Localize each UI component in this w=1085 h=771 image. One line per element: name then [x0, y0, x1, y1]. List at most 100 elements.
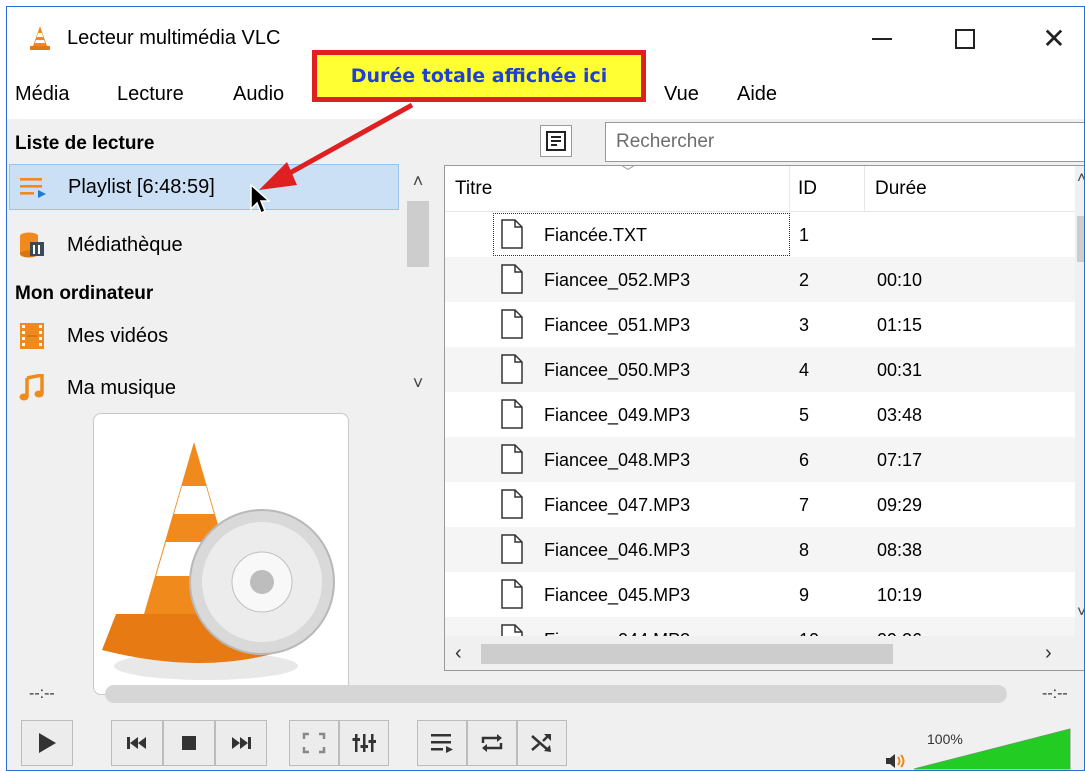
- maximize-icon: [955, 29, 975, 49]
- table-row[interactable]: Fiancee_050.MP3 4 00:31: [445, 347, 1075, 392]
- scroll-up-icon[interactable]: ˄: [403, 171, 433, 192]
- sidebar-item-label: Mes vidéos: [67, 324, 169, 347]
- row-title: Fiancee_047.MP3: [544, 495, 691, 515]
- stop-button[interactable]: [163, 720, 215, 766]
- playlist-horizontal-scrollbar[interactable]: ‹ ›: [445, 636, 1084, 670]
- row-title: Fiancee_049.MP3: [544, 405, 691, 425]
- elapsed-time: --:--: [29, 685, 55, 702]
- scroll-up-icon[interactable]: ˄: [1077, 170, 1084, 188]
- minimize-button[interactable]: [852, 17, 912, 61]
- row-title: Fiancee_052.MP3: [544, 270, 691, 290]
- search-input[interactable]: [616, 131, 1076, 153]
- row-title: Fiancée.TXT: [544, 225, 648, 245]
- toggle-playlist-button[interactable]: [417, 720, 467, 766]
- playlist-rows: Fiancée.TXT 1 Fiancee_052.MP3 2 00:10 Fiancee…: [445, 212, 1075, 662]
- table-header: Titre ID Durée ﹀: [445, 166, 1075, 212]
- previous-button[interactable]: [111, 720, 163, 766]
- column-header-duration[interactable]: Durée: [865, 166, 1075, 212]
- playlist-icon: [18, 172, 48, 202]
- row-id: 6: [799, 450, 810, 470]
- column-header-title[interactable]: Titre: [445, 166, 790, 212]
- window-title: Lecteur multimédia VLC: [67, 27, 281, 49]
- fullscreen-icon: [302, 732, 326, 754]
- table-row[interactable]: Fiancee_049.MP3 5 03:48: [445, 392, 1075, 437]
- stop-icon: [182, 736, 196, 750]
- next-button[interactable]: [215, 720, 267, 766]
- file-icon: [501, 534, 523, 564]
- speaker-icon[interactable]: [885, 752, 907, 770]
- table-row[interactable]: Fiancee_051.MP3 3 01:15: [445, 302, 1075, 347]
- sidebar-item-videos[interactable]: Mes vidéos: [9, 313, 399, 359]
- column-header-id[interactable]: ID: [790, 166, 865, 212]
- row-duration: 00:10: [877, 270, 923, 290]
- row-id: 3: [799, 315, 810, 335]
- table-row[interactable]: Fiancee_052.MP3 2 00:10: [445, 257, 1075, 302]
- playlist-view-button[interactable]: [540, 125, 572, 157]
- column-label: Durée: [875, 178, 927, 199]
- menu-audio[interactable]: Audio: [233, 83, 284, 106]
- extended-settings-button[interactable]: [339, 720, 389, 766]
- sidebar-scrollbar[interactable]: ˄ ˅: [403, 165, 433, 405]
- playlist-scroll-thumb[interactable]: [1077, 216, 1084, 262]
- file-icon: [501, 309, 523, 339]
- equalizer-icon: [352, 734, 376, 752]
- row-id: 2: [799, 270, 810, 290]
- callout-text: Durée totale affichée ici: [350, 65, 608, 87]
- scroll-left-icon[interactable]: ‹: [455, 642, 462, 665]
- table-row[interactable]: Fiancee_045.MP3 9 10:19: [445, 572, 1075, 617]
- volume-slider[interactable]: [912, 727, 1072, 771]
- table-row[interactable]: Fiancee_047.MP3 7 09:29: [445, 482, 1075, 527]
- file-icon: [501, 219, 523, 249]
- film-icon: [17, 321, 47, 351]
- row-id: 4: [799, 360, 810, 380]
- fullscreen-button[interactable]: [289, 720, 339, 766]
- sidebar-item-label: Ma musique: [67, 376, 176, 399]
- row-title: Fiancee_050.MP3: [544, 360, 691, 380]
- menu-media[interactable]: Média: [15, 83, 69, 106]
- play-icon: [39, 733, 56, 753]
- file-icon: [501, 399, 523, 429]
- row-duration: 03:48: [877, 405, 923, 425]
- table-row[interactable]: Fiancee_046.MP3 8 08:38: [445, 527, 1075, 572]
- scroll-down-icon[interactable]: ˅: [403, 373, 433, 394]
- scroll-right-icon[interactable]: ›: [1045, 642, 1052, 665]
- row-id: 7: [799, 495, 810, 515]
- music-note-icon: [17, 373, 47, 403]
- sidebar-item-music[interactable]: Ma musique: [9, 365, 399, 411]
- shuffle-button[interactable]: [517, 720, 567, 766]
- row-title: Fiancee_048.MP3: [544, 450, 691, 470]
- file-icon: [501, 264, 523, 294]
- seek-slider[interactable]: [105, 685, 1007, 703]
- minimize-icon: [872, 38, 892, 40]
- row-duration: 08:38: [877, 540, 923, 560]
- computer-section-header: Mon ordinateur: [15, 283, 154, 304]
- file-icon: [501, 579, 523, 609]
- file-icon: [501, 489, 523, 519]
- repeat-icon: [481, 734, 503, 752]
- sidebar-scroll-thumb[interactable]: [407, 201, 429, 267]
- scroll-down-icon[interactable]: ˅: [1077, 604, 1084, 622]
- play-button[interactable]: [21, 720, 73, 766]
- album-art: [93, 413, 349, 695]
- maximize-button[interactable]: [935, 17, 995, 61]
- playlist-vertical-scrollbar[interactable]: ˄ ˅: [1075, 166, 1084, 636]
- search-box[interactable]: [605, 122, 1084, 162]
- remaining-time: --:--: [1042, 685, 1068, 702]
- mouse-cursor-icon: [250, 183, 271, 215]
- sidebar-item-media-library[interactable]: Médiathèque: [9, 222, 399, 268]
- row-id: 9: [799, 585, 810, 605]
- loop-button[interactable]: [467, 720, 517, 766]
- row-title: Fiancee_045.MP3: [544, 585, 691, 605]
- vlc-cone-icon: [30, 26, 50, 50]
- table-row[interactable]: Fiancée.TXT 1: [445, 212, 1075, 257]
- menu-aide[interactable]: Aide: [737, 83, 777, 106]
- next-icon: [232, 737, 251, 749]
- row-id: 8: [799, 540, 810, 560]
- playlist-hscroll-thumb[interactable]: [481, 644, 893, 664]
- menu-vue[interactable]: Vue: [664, 83, 699, 106]
- sidebar-item-label: Médiathèque: [67, 233, 183, 256]
- close-button[interactable]: ✕: [1024, 17, 1084, 61]
- table-row[interactable]: Fiancee_048.MP3 6 07:17: [445, 437, 1075, 482]
- menu-lecture[interactable]: Lecture: [117, 83, 184, 106]
- sidebar-item-playlist[interactable]: Playlist [6:48:59]: [9, 164, 399, 210]
